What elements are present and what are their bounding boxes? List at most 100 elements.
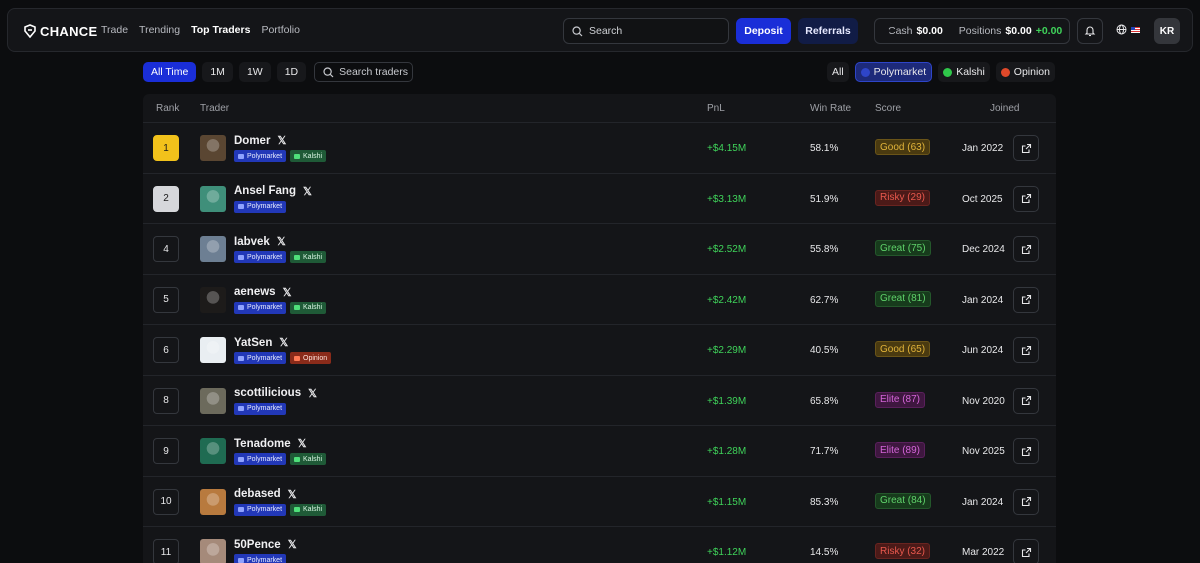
open-profile-button[interactable] [1013, 236, 1039, 262]
trader-name-text: Domer [234, 134, 271, 147]
external-link-icon [1021, 345, 1031, 355]
x-social-icon[interactable]: 𝕏 [283, 286, 292, 299]
time-filter-1w[interactable]: 1W [238, 62, 271, 82]
trader-avatar[interactable] [200, 438, 226, 464]
nav-link-trending[interactable]: Trending [139, 24, 180, 36]
platform-tags: Polymarket Kalshi [234, 453, 327, 465]
column-trader[interactable]: Trader [200, 103, 229, 114]
platform-tag-label: Kalshi [303, 506, 323, 513]
trader-name[interactable]: scottilicious 𝕏 [234, 387, 317, 400]
x-social-icon[interactable]: 𝕏 [288, 538, 297, 551]
score-badge: Great (84) [875, 492, 931, 509]
platform-filter-opinion[interactable]: Opinion [995, 62, 1055, 82]
column-rank[interactable]: Rank [156, 103, 179, 114]
notifications-button[interactable] [1077, 18, 1103, 44]
column-score[interactable]: Score [875, 103, 901, 114]
time-filter-1d[interactable]: 1D [276, 62, 307, 82]
open-profile-button[interactable] [1013, 185, 1039, 212]
platform-tag-kalshi: Kalshi [290, 503, 327, 516]
open-profile-button[interactable] [1013, 286, 1039, 313]
trader-name[interactable]: debased 𝕏 [234, 488, 297, 501]
x-social-icon[interactable]: 𝕏 [308, 387, 317, 400]
language-selector[interactable] [1116, 24, 1140, 35]
joined-date: Oct 2025 [962, 193, 1003, 205]
open-profile-button[interactable] [1013, 387, 1039, 414]
rank-badge: 5 [153, 286, 179, 313]
trader-name-text: Ansel Fang [234, 185, 296, 197]
open-profile-button[interactable] [1013, 337, 1039, 363]
time-filter-1m[interactable]: 1M [202, 62, 233, 82]
x-social-icon[interactable]: 𝕏 [298, 437, 307, 450]
platform-filter-polymarket[interactable]: Polymarket [854, 62, 933, 82]
external-link-icon [1021, 496, 1031, 507]
nav-link-portfolio[interactable]: Portfolio [261, 24, 300, 36]
time-filter-all-time[interactable]: All Time [143, 62, 197, 82]
platform-filter-kalshi[interactable]: Kalshi [938, 62, 990, 82]
platform-tags: Polymarket Kalshi [234, 251, 327, 263]
trader-name[interactable]: 50Pence 𝕏 [234, 538, 297, 552]
nav-link-top-traders[interactable]: Top Traders [191, 24, 250, 36]
external-link-icon [1021, 547, 1031, 557]
trader-avatar[interactable] [200, 286, 226, 313]
wallet-summary[interactable]: Cash $0.00 Positions $0.00 +0.00 [874, 18, 1070, 44]
trader-name-text: YatSen [234, 336, 273, 349]
trader-avatar[interactable] [200, 539, 226, 563]
open-profile-button[interactable] [1013, 438, 1039, 464]
positions-change: +0.00 [1035, 25, 1063, 37]
deposit-button[interactable]: Deposit [736, 18, 791, 44]
platform-filter-all[interactable]: All [827, 62, 849, 82]
open-profile-button[interactable] [1013, 488, 1039, 515]
polymarket-icon [238, 456, 244, 462]
x-social-icon[interactable]: 𝕏 [277, 134, 286, 147]
search-input[interactable]: Search [563, 18, 729, 44]
trader-name[interactable]: Ansel Fang 𝕏 [234, 185, 312, 198]
kalshi-icon [943, 67, 953, 77]
platform-filter-label: Opinion [1013, 66, 1050, 78]
open-profile-button[interactable] [1013, 539, 1039, 563]
trader-avatar[interactable] [200, 135, 226, 161]
rank-badge: 4 [153, 236, 179, 262]
win-rate-value: 85.3% [810, 496, 839, 508]
column-pnl[interactable]: PnL [707, 103, 725, 114]
trader-avatar[interactable] [200, 236, 226, 262]
trader-avatar[interactable] [200, 337, 226, 363]
trader-search-input[interactable]: Search traders [314, 62, 414, 82]
win-rate-value: 14.5% [810, 547, 839, 558]
brand-logo[interactable]: CHANCE [23, 22, 97, 40]
score-badge: Good (65) [875, 341, 931, 357]
trader-name[interactable]: Tenadome 𝕏 [234, 437, 307, 451]
x-social-icon[interactable]: 𝕏 [288, 488, 297, 501]
column-win-rate[interactable]: Win Rate [810, 103, 851, 114]
pnl-value: +$4.15M [707, 143, 747, 154]
x-social-icon[interactable]: 𝕏 [279, 336, 288, 349]
external-link-icon [1021, 244, 1031, 254]
trader-name[interactable]: Domer 𝕏 [234, 134, 286, 148]
score-badge: Risky (29) [875, 189, 931, 206]
time-filter-group: All Time 1M 1W 1D [143, 62, 307, 82]
polymarket-icon [860, 67, 870, 77]
x-social-icon[interactable]: 𝕏 [277, 235, 286, 248]
trader-name[interactable]: Iabvek 𝕏 [234, 235, 286, 249]
win-rate-value: 65.8% [810, 395, 839, 407]
referrals-button[interactable]: Referrals [798, 18, 858, 44]
trader-name[interactable]: YatSen 𝕏 [234, 336, 288, 350]
score-badge: Great (81) [875, 290, 931, 307]
polymarket-icon [238, 305, 244, 310]
trader-avatar[interactable] [200, 488, 226, 515]
platform-tags: Polymarket Kalshi [234, 150, 327, 162]
external-link-icon [1021, 143, 1031, 153]
platform-tag-label: Kalshi [303, 253, 323, 261]
score-badge: Good (63) [875, 139, 931, 155]
platform-tag-label: Polymarket [247, 405, 283, 412]
trader-avatar[interactable] [200, 185, 226, 212]
trader-avatar[interactable] [200, 387, 226, 414]
top-bar: CHANCE Trade Trending Top Traders Portfolio… [7, 8, 1193, 52]
column-joined[interactable]: Joined [990, 103, 1019, 114]
user-avatar[interactable]: KR [1154, 18, 1180, 44]
x-social-icon[interactable]: 𝕏 [303, 185, 312, 198]
table-body: 1 Domer 𝕏 Polymarket Kalshi +$4.15M 58.1% Good … [143, 123, 1056, 563]
kalshi-icon [294, 254, 301, 260]
trader-name[interactable]: aenews 𝕏 [234, 286, 291, 299]
open-profile-button[interactable] [1013, 135, 1039, 161]
nav-link-trade[interactable]: Trade [101, 24, 128, 36]
